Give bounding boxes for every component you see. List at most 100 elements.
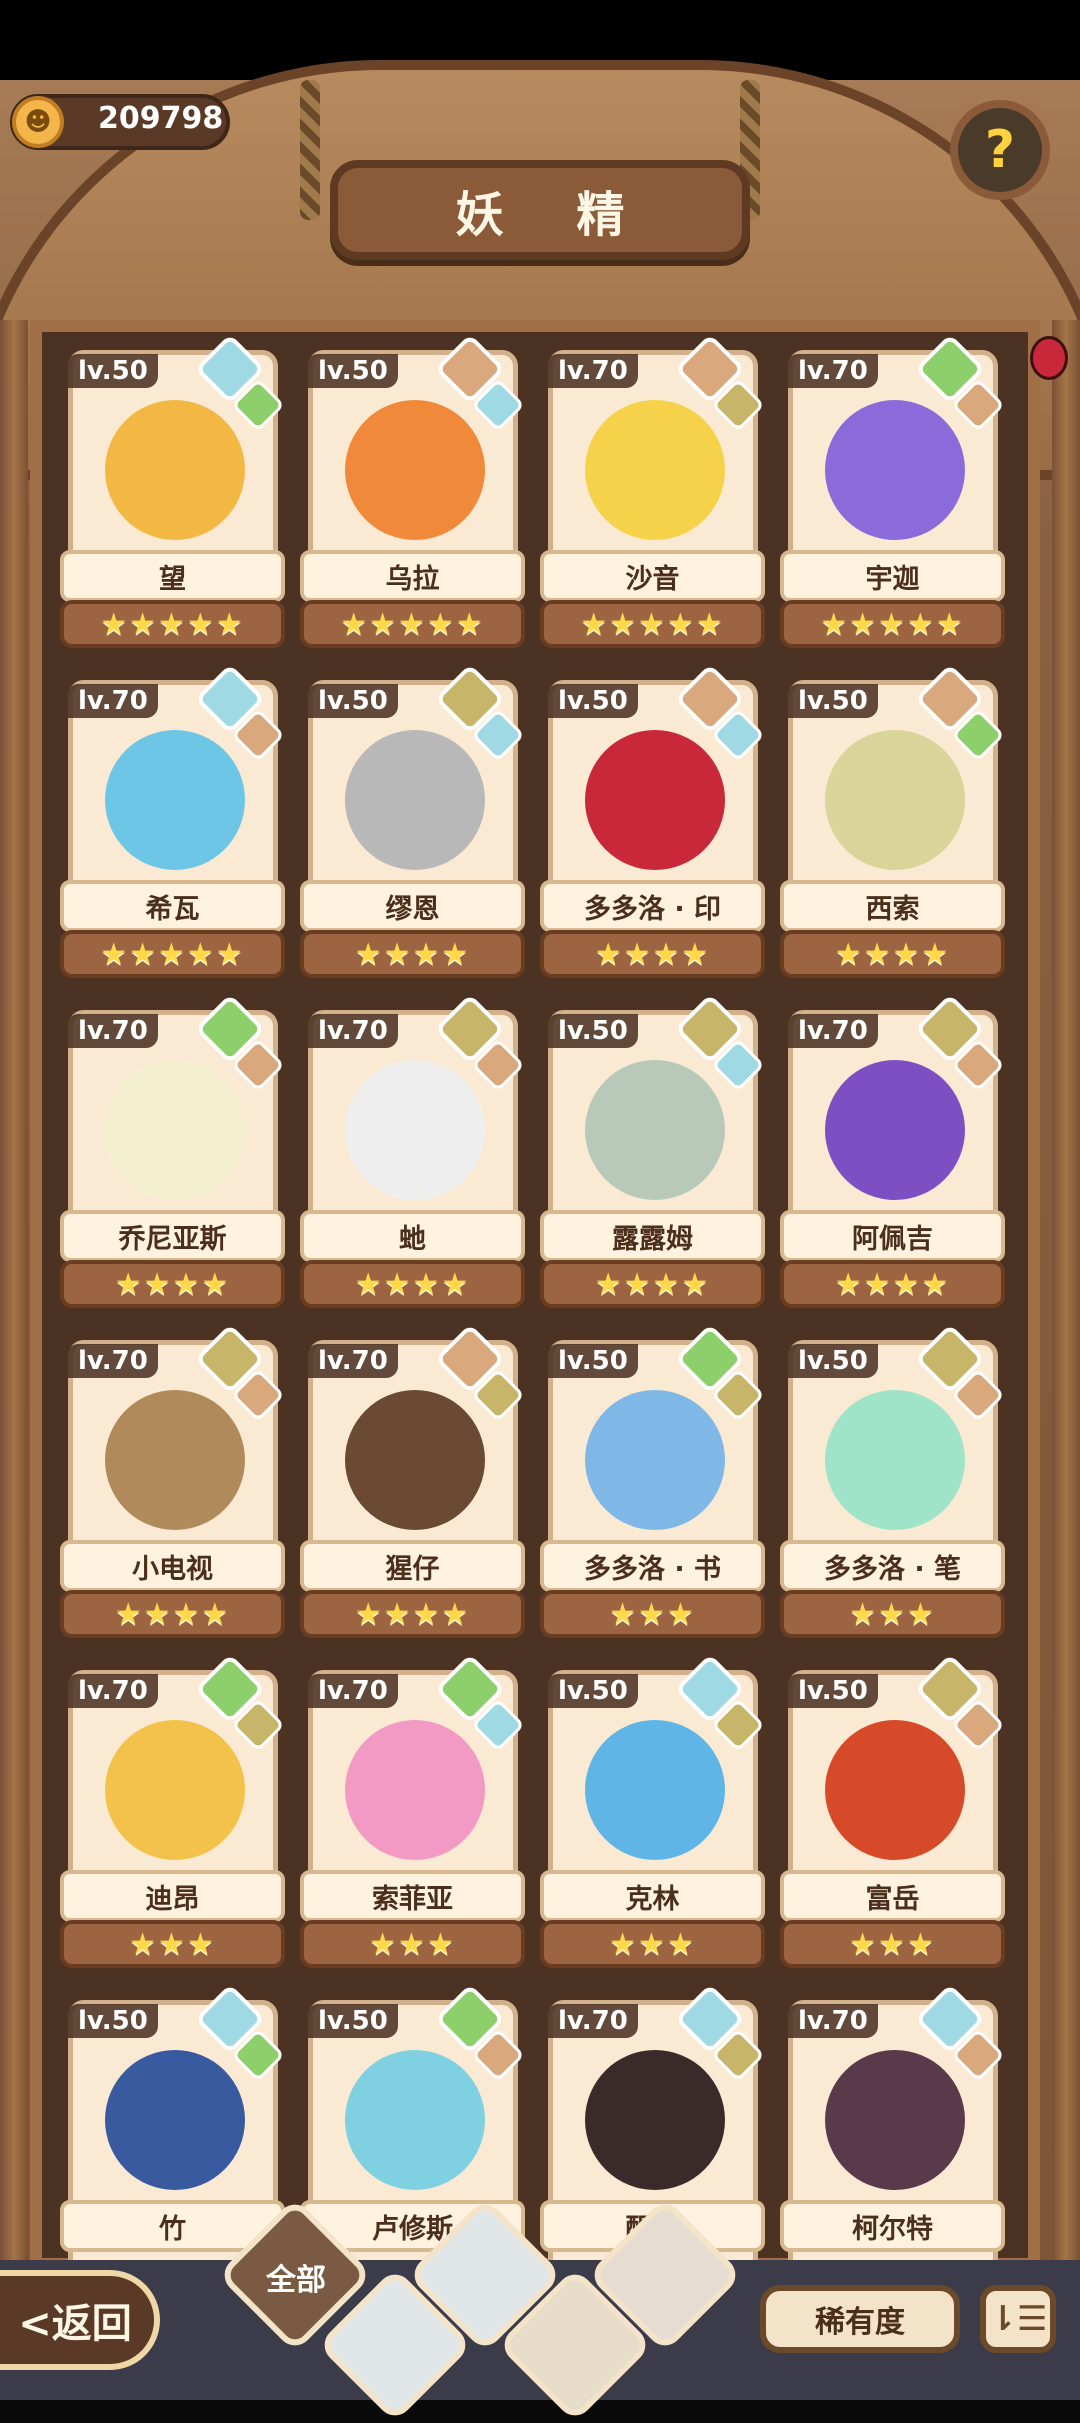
spirit-portrait <box>585 2050 725 2190</box>
spirit-card[interactable]: lv.70 索菲亚 ★★★ <box>300 1653 525 1980</box>
page-title: 妖 精 <box>455 187 653 243</box>
star-icons: ★★★★ <box>594 1266 711 1302</box>
star-icons: ★★★★ <box>834 936 951 972</box>
spirit-portrait <box>825 2050 965 2190</box>
spirit-name: 迪昂 <box>145 1883 200 1915</box>
spirit-card[interactable]: lv.70 阿佩吉 ★★★★ <box>780 993 1005 1320</box>
spirit-card[interactable]: lv.50 克林 ★★★ <box>540 1653 765 1980</box>
sort-order-button[interactable]: ⇂☰ <box>980 2285 1056 2353</box>
help-button[interactable]: ? <box>950 100 1050 200</box>
spirit-portrait <box>825 730 965 870</box>
spirit-portrait <box>105 400 245 540</box>
spirit-card[interactable]: lv.50 乌拉 ★★★★★ <box>300 333 525 660</box>
spirit-card[interactable]: lv.50 多多洛 · 笔 ★★★ <box>780 1323 1005 1650</box>
spirit-portrait <box>825 1390 965 1530</box>
spirit-name: 西索 <box>865 893 920 925</box>
name-banner: 虵 <box>300 1210 525 1262</box>
spirit-card[interactable]: lv.70 乔尼亚斯 ★★★★ <box>60 993 285 1320</box>
spirit-name: 多多洛 · 书 <box>583 1553 722 1585</box>
spirit-portrait <box>585 400 725 540</box>
back-button[interactable]: <返回 <box>0 2270 160 2370</box>
name-banner: 阿佩吉 <box>780 1210 1005 1262</box>
spirit-portrait <box>585 1060 725 1200</box>
level-badge: lv.70 <box>548 354 638 388</box>
star-icons: ★★★★ <box>594 936 711 972</box>
spirit-card[interactable]: lv.70 猩仔 ★★★★ <box>300 1323 525 1650</box>
star-icons: ★★★★★ <box>340 606 485 642</box>
rarity-stars: ★★★ <box>540 1590 765 1638</box>
spirit-card[interactable]: lv.70 小电视 ★★★★ <box>60 1323 285 1650</box>
coin-value: 209798 <box>98 101 224 136</box>
star-icons: ★★★★ <box>354 1596 471 1632</box>
spirit-name: 柯尔特 <box>852 2213 933 2245</box>
spirit-name: 望 <box>159 563 186 595</box>
spirit-name: 乌拉 <box>385 563 440 595</box>
spirit-portrait <box>105 1390 245 1530</box>
level-badge: lv.70 <box>548 2004 638 2038</box>
name-banner: 西索 <box>780 880 1005 932</box>
spirit-name: 多多洛 · 笔 <box>823 1553 962 1585</box>
spirit-card[interactable]: lv.70 宇迦 ★★★★★ <box>780 333 1005 660</box>
star-icons: ★★★★ <box>354 936 471 972</box>
spirit-card[interactable]: lv.50 望 ★★★★★ <box>60 333 285 660</box>
star-icons: ★★★ <box>849 1926 936 1962</box>
spirit-portrait <box>345 730 485 870</box>
question-icon: ? <box>984 120 1016 180</box>
star-icons: ★★★★ <box>114 1266 231 1302</box>
spirit-name: 多多洛 · 印 <box>583 893 722 925</box>
spirit-card[interactable]: lv.70 沙音 ★★★★★ <box>540 333 765 660</box>
level-badge: lv.50 <box>548 1344 638 1378</box>
spirit-card[interactable]: lv.70 虵 ★★★★ <box>300 993 525 1320</box>
spirit-card[interactable]: lv.50 西索 ★★★★ <box>780 663 1005 990</box>
spirit-card[interactable]: lv.50 多多洛 · 印 ★★★★ <box>540 663 765 990</box>
rarity-stars: ★★★ <box>780 1590 1005 1638</box>
star-icons: ★★★★ <box>114 1596 231 1632</box>
level-badge: lv.50 <box>788 1674 878 1708</box>
rarity-stars: ★★★ <box>540 1920 765 1968</box>
spirit-card[interactable]: lv.50 多多洛 · 书 ★★★ <box>540 1323 765 1650</box>
spirit-portrait <box>345 2050 485 2190</box>
spirit-card[interactable]: lv.70 希瓦 ★★★★★ <box>60 663 285 990</box>
spirit-name: 露露姆 <box>612 1223 693 1255</box>
name-banner: 多多洛 · 笔 <box>780 1540 1005 1592</box>
name-banner: 猩仔 <box>300 1540 525 1592</box>
level-badge: lv.50 <box>68 2004 158 2038</box>
spirit-card[interactable]: lv.50 富岳 ★★★ <box>780 1653 1005 1980</box>
star-icons: ★★★ <box>609 1596 696 1632</box>
spirit-portrait <box>345 400 485 540</box>
spirit-name: 宇迦 <box>865 563 920 595</box>
ladybug-icon <box>1030 336 1068 380</box>
spirit-name: 富岳 <box>865 1883 920 1915</box>
star-icons: ★★★ <box>849 1596 936 1632</box>
spirit-name: 小电视 <box>132 1553 213 1585</box>
rarity-stars: ★★★ <box>300 1920 525 1968</box>
spirit-card[interactable]: lv.50 缪恩 ★★★★ <box>300 663 525 990</box>
level-badge: lv.50 <box>788 1344 878 1378</box>
level-badge: lv.70 <box>308 1344 398 1378</box>
name-banner: 缪恩 <box>300 880 525 932</box>
spirit-card[interactable]: lv.50 露露姆 ★★★★ <box>540 993 765 1320</box>
spirit-portrait <box>825 1720 965 1860</box>
level-badge: lv.50 <box>548 1014 638 1048</box>
spirit-portrait <box>345 1390 485 1530</box>
rarity-stars: ★★★★★ <box>540 600 765 648</box>
rarity-label: 稀有度 <box>815 2305 905 2340</box>
spirit-name: 希瓦 <box>145 893 200 925</box>
rarity-stars: ★★★★★ <box>60 930 285 978</box>
name-banner: 多多洛 · 书 <box>540 1540 765 1592</box>
star-icons: ★★★ <box>369 1926 456 1962</box>
rarity-stars: ★★★★ <box>300 1590 525 1638</box>
rarity-sort-button[interactable]: 稀有度 <box>760 2285 960 2353</box>
level-badge: lv.50 <box>788 684 878 718</box>
rarity-stars: ★★★ <box>780 1920 1005 1968</box>
rarity-stars: ★★★★ <box>300 930 525 978</box>
rope-left <box>300 80 320 220</box>
name-banner: 克林 <box>540 1870 765 1922</box>
spirit-name: 猩仔 <box>385 1553 440 1585</box>
sort-icon: ⇂☰ <box>988 2299 1048 2339</box>
spirit-portrait <box>105 1720 245 1860</box>
name-banner: 柯尔特 <box>780 2200 1005 2252</box>
spirit-name: 虵 <box>399 1223 426 1255</box>
spirit-card[interactable]: lv.70 迪昂 ★★★ <box>60 1653 285 1980</box>
name-banner: 多多洛 · 印 <box>540 880 765 932</box>
